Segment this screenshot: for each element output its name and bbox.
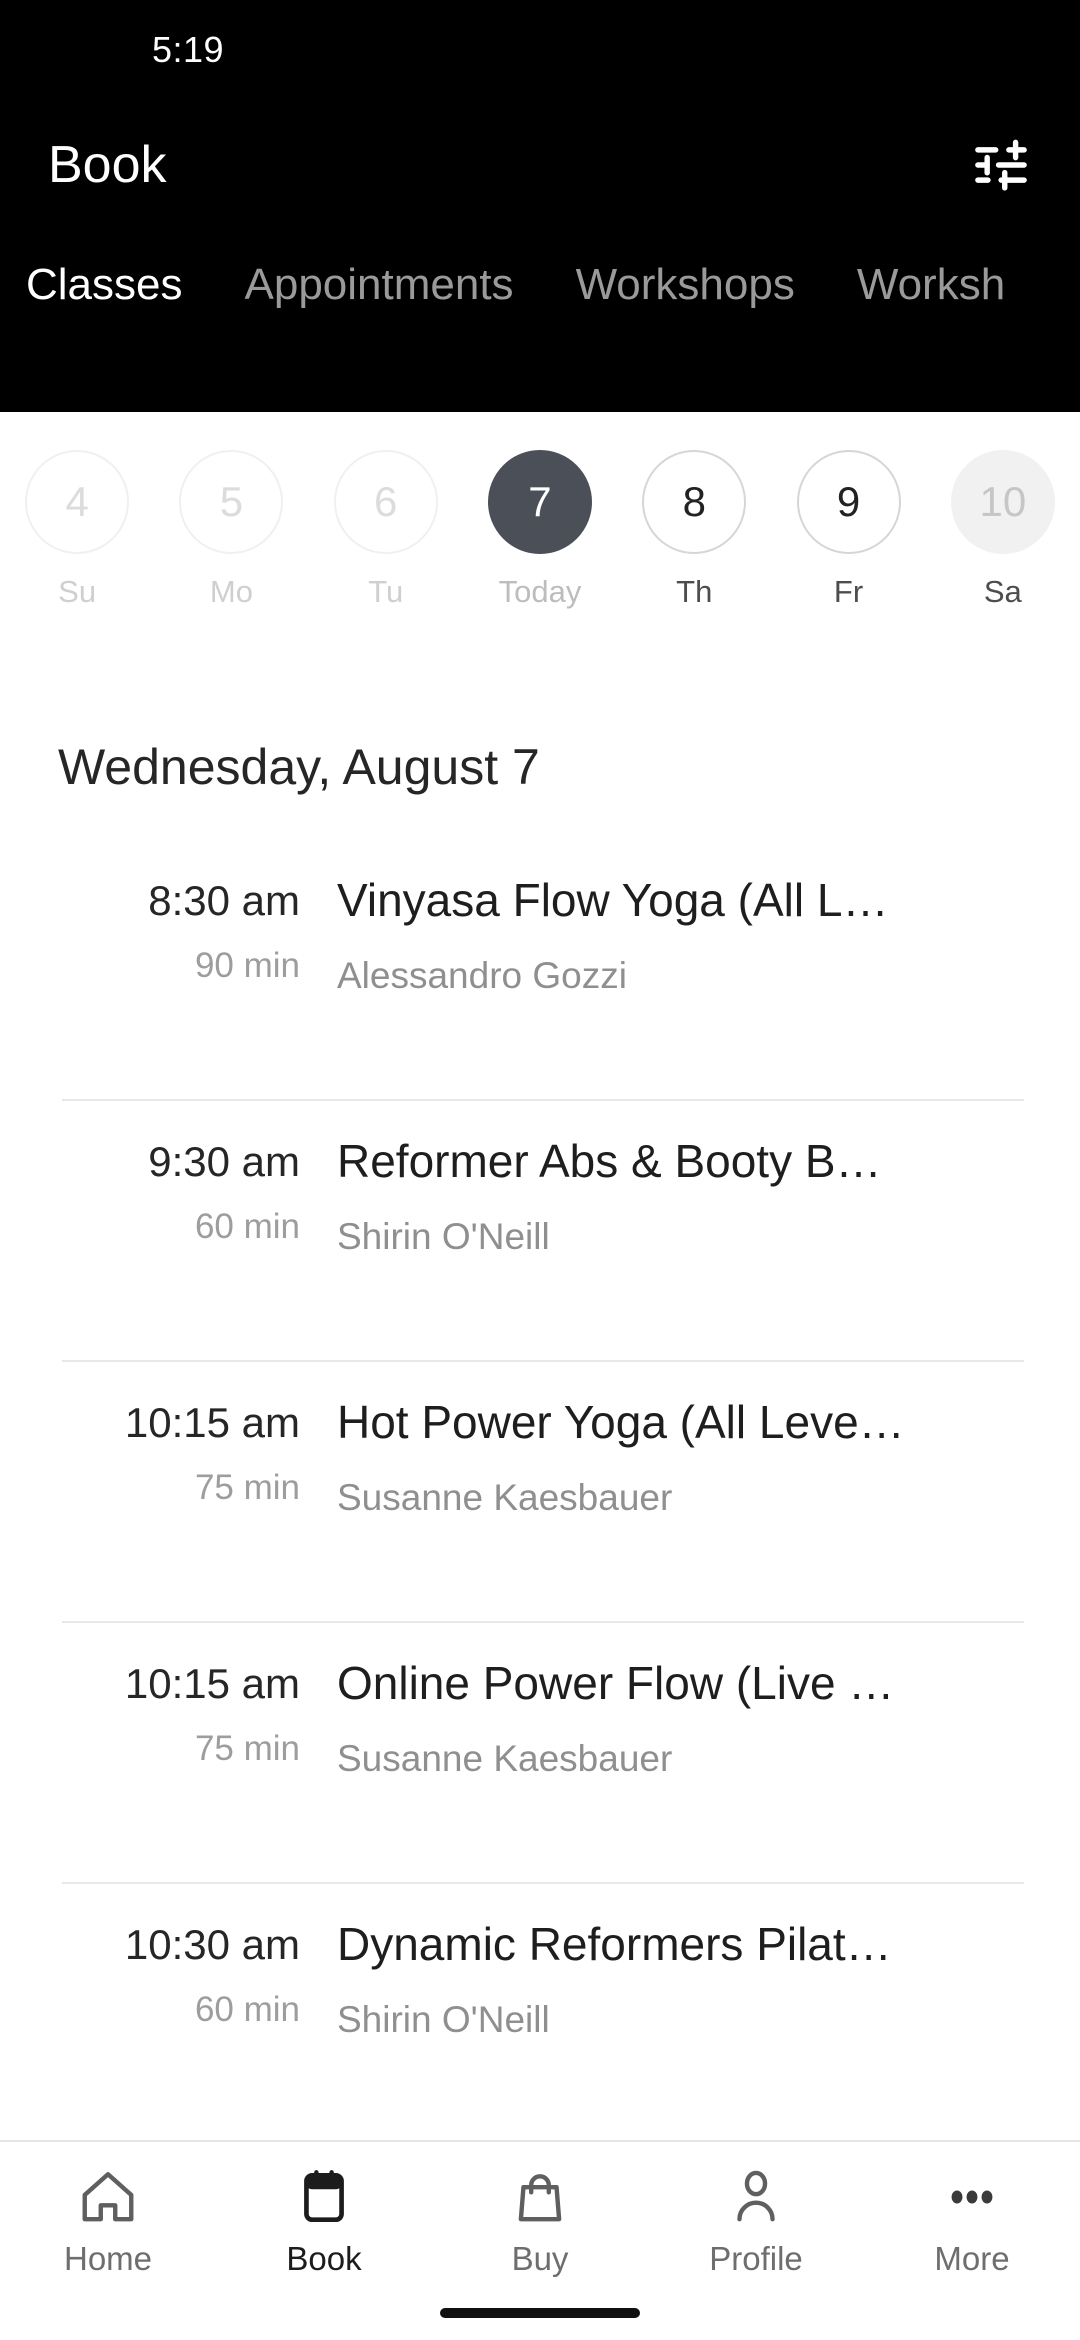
- ellipsis-icon: [951, 2190, 993, 2204]
- class-row[interactable]: 8:30 am 90 min Vinyasa Flow Yoga (All L… Al…: [0, 840, 1080, 1101]
- nav-label-book: Book: [286, 2240, 362, 2277]
- date-cell-7[interactable]: 7 Today: [487, 450, 592, 609]
- date-circle-8: 8: [642, 450, 747, 554]
- class-instructor: Shirin O'Neill: [337, 2000, 550, 2040]
- date-cell-8[interactable]: 8 Th: [642, 450, 747, 609]
- nav-item-book[interactable]: Book: [216, 2166, 432, 2275]
- class-instructor: Susanne Kaesbauer: [337, 1739, 673, 1779]
- date-weekday-9: Fr: [833, 574, 864, 609]
- class-name: Hot Power Yoga (All Leve…: [337, 1397, 905, 1448]
- class-duration: 60 min: [194, 1990, 300, 2029]
- nav-item-buy[interactable]: Buy: [432, 2166, 648, 2275]
- page-title: Book: [48, 136, 167, 194]
- person-icon: [737, 2170, 775, 2222]
- app-header: 5:19 Book Classes Appointments Workshops…: [0, 0, 1080, 412]
- class-time: 10:15 am: [124, 1399, 300, 1446]
- filter-button[interactable]: [970, 134, 1032, 196]
- nav-item-more[interactable]: More: [864, 2166, 1080, 2275]
- date-picker-strip[interactable]: 4 Su 5 Mo 6 Tu 7 Today 8 Th 9 Fr 10 Sa: [0, 412, 1080, 652]
- date-weekday-5: Mo: [209, 574, 253, 609]
- nav-item-home[interactable]: Home: [0, 2166, 216, 2275]
- status-bar: 5:19: [0, 0, 1080, 100]
- class-name: Reformer Abs & Booty B…: [337, 1136, 882, 1187]
- class-list[interactable]: 8:30 am 90 min Vinyasa Flow Yoga (All L… Al…: [0, 840, 1080, 2140]
- class-instructor: Susanne Kaesbauer: [337, 1478, 673, 1518]
- date-circle-10: 10: [950, 450, 1055, 554]
- class-duration: 75 min: [194, 1729, 300, 1768]
- class-time: 9:30 am: [148, 1138, 300, 1185]
- home-indicator: [440, 2308, 640, 2318]
- class-name: Dynamic Reformers Pilat…: [337, 1919, 892, 1970]
- date-circle-6: 6: [333, 450, 438, 554]
- class-time: 10:30 am: [124, 1921, 300, 1968]
- class-row[interactable]: 9:30 am 60 min Reformer Abs & Booty B… Shir…: [0, 1101, 1080, 1362]
- nav-label-home: Home: [63, 2240, 153, 2277]
- tab-workshops-overflow[interactable]: Worksh: [857, 263, 1005, 307]
- class-row[interactable]: 10:30 am 60 min Dynamic Reformers Pilat… Sh…: [0, 1884, 1080, 2140]
- nav-label-profile: Profile: [709, 2240, 803, 2277]
- class-row[interactable]: 10:15 am 75 min Hot Power Yoga (All Leve… S…: [0, 1362, 1080, 1623]
- nav-label-buy: Buy: [511, 2240, 569, 2277]
- calendar-icon: [304, 2170, 344, 2223]
- tab-workshops[interactable]: Workshops: [576, 263, 795, 307]
- date-cell-5[interactable]: 5 Mo: [179, 450, 284, 609]
- class-duration: 90 min: [194, 946, 300, 985]
- app-screen: 5:19 Book Classes Appointments Workshops…: [0, 0, 1080, 2340]
- class-time: 8:30 am: [148, 877, 300, 924]
- tune-filter-icon: [975, 139, 1027, 191]
- class-instructor: Alessandro Gozzi: [337, 956, 627, 996]
- date-cell-9[interactable]: 9 Fr: [796, 450, 901, 609]
- class-name: Vinyasa Flow Yoga (All L…: [337, 875, 889, 926]
- date-circle-4: 4: [25, 450, 130, 554]
- date-cell-6[interactable]: 6 Tu: [333, 450, 438, 609]
- nav-label-more: More: [934, 2240, 1010, 2277]
- class-name: Online Power Flow (Live …: [337, 1658, 895, 1709]
- app-bar: Book: [0, 100, 1080, 230]
- date-circle-9: 9: [796, 450, 901, 554]
- class-duration: 60 min: [194, 1207, 300, 1246]
- date-weekday-6: Tu: [368, 574, 404, 609]
- nav-item-profile[interactable]: Profile: [648, 2166, 864, 2275]
- class-row[interactable]: 10:15 am 75 min Online Power Flow (Live … S…: [0, 1623, 1080, 1884]
- class-time: 10:15 am: [124, 1660, 300, 1707]
- status-bar-clock: 5:19: [152, 29, 225, 70]
- date-cell-10[interactable]: 10 Sa: [950, 450, 1055, 609]
- class-instructor: Shirin O'Neill: [337, 1217, 550, 1257]
- date-circle-5: 5: [179, 450, 284, 554]
- class-duration: 75 min: [194, 1468, 300, 1507]
- date-cell-4[interactable]: 4 Su: [25, 450, 130, 609]
- home-icon: [82, 2172, 134, 2222]
- selected-day-heading: Wednesday, August 7: [58, 739, 540, 795]
- tab-bar[interactable]: Classes Appointments Workshops Worksh: [0, 230, 1080, 340]
- bottom-navigation[interactable]: Home Book Buy Profile More: [0, 2140, 1080, 2340]
- date-weekday-10: Sa: [983, 574, 1022, 609]
- date-weekday-4: Su: [58, 574, 97, 609]
- date-weekday-7: Today: [498, 574, 582, 609]
- tab-classes[interactable]: Classes: [26, 263, 183, 307]
- bag-icon: [518, 2174, 562, 2222]
- date-weekday-8: Th: [676, 574, 713, 609]
- date-circle-7: 7: [487, 450, 592, 554]
- tab-appointments[interactable]: Appointments: [245, 263, 514, 307]
